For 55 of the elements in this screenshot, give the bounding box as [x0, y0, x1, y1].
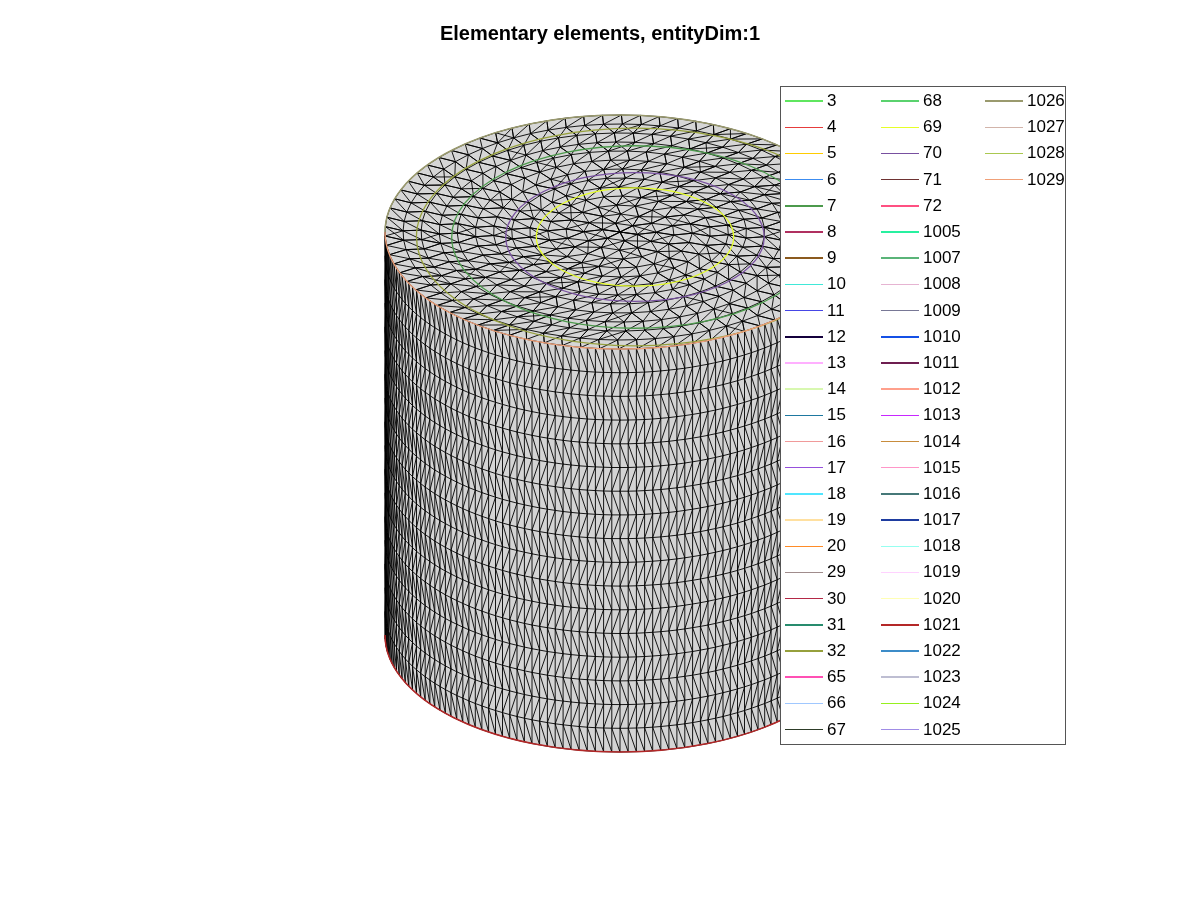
legend-label: 65: [827, 667, 846, 688]
legend-label: 10: [827, 274, 846, 295]
legend-label: 1007: [923, 248, 961, 269]
legend-label: 17: [827, 457, 846, 478]
legend-label: 30: [827, 588, 846, 609]
legend-label: 9: [827, 248, 837, 269]
legend-label: 1029: [1027, 169, 1065, 190]
legend-label: 71: [923, 169, 942, 190]
legend-label: 7: [827, 195, 837, 216]
legend-label: 1021: [923, 614, 961, 635]
legend-label: 16: [827, 431, 846, 452]
legend-label: 15: [827, 405, 846, 426]
plot-title: Elementary elements, entityDim:1: [438, 21, 762, 46]
legend-label: 1018: [923, 536, 961, 557]
legend-label: 18: [827, 483, 846, 504]
legend-label: 1012: [923, 379, 961, 400]
legend-label: 13: [827, 352, 846, 373]
legend-label: 1015: [923, 457, 961, 478]
legend-label: 8: [827, 222, 837, 243]
legend-label: 1023: [923, 667, 961, 688]
legend-label: 1011: [923, 352, 960, 373]
legend-label: 11: [827, 300, 845, 321]
legend-label: 1008: [923, 274, 961, 295]
legend-label: 19: [827, 510, 846, 531]
legend-label: 1005: [923, 222, 961, 243]
legend-label: 20: [827, 536, 846, 557]
legend-label: 1020: [923, 588, 961, 609]
legend-label: 1013: [923, 405, 961, 426]
legend-label: 66: [827, 693, 846, 714]
legend-label: 1024: [923, 693, 961, 714]
legend-label: 1017: [923, 510, 961, 531]
legend-label: 72: [923, 195, 942, 216]
legend-label: 1009: [923, 300, 961, 321]
legend-label: 3: [827, 91, 837, 112]
legend-label: 69: [923, 117, 942, 138]
legend-label: 67: [827, 719, 846, 740]
legend-label: 29: [827, 562, 846, 583]
legend-label: 1016: [923, 483, 961, 504]
legend-label: 12: [827, 326, 846, 347]
legend-label: 4: [827, 117, 837, 138]
legend-label: 6: [827, 169, 837, 190]
legend-label: 68: [923, 91, 942, 112]
legend-label: 1014: [923, 431, 961, 452]
legend-label: 1022: [923, 641, 961, 662]
legend-label: 1019: [923, 562, 961, 583]
legend-label: 70: [923, 143, 942, 164]
legend-label: 32: [827, 641, 846, 662]
legend-label: 14: [827, 379, 846, 400]
legend-label: 1028: [1027, 143, 1065, 164]
legend-label: 1027: [1027, 117, 1065, 138]
legend-label: 1010: [923, 326, 961, 347]
legend-label: 1026: [1027, 91, 1065, 112]
legend-label: 1025: [923, 719, 961, 740]
legend-label: 5: [827, 143, 837, 164]
legend-label: 31: [827, 614, 846, 635]
